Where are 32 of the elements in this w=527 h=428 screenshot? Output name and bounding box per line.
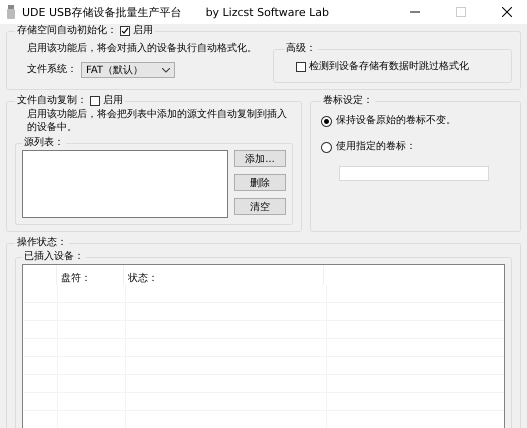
checkbox-label[interactable]: 启用 <box>103 94 123 108</box>
action-button[interactable]: 添加... <box>234 150 286 167</box>
group-title: 源列表： <box>24 136 64 150</box>
group-title: 卷标设定： <box>323 94 373 108</box>
volume-label-field[interactable] <box>339 166 489 181</box>
checkbox[interactable] <box>296 62 306 72</box>
file-system-dropdown[interactable]: FAT（默认） <box>81 62 175 78</box>
group-title: 操作状态： <box>17 236 67 250</box>
radio-label[interactable]: 保持设备原始的卷标不变。 <box>336 114 456 128</box>
checkbox[interactable] <box>120 26 130 36</box>
group-title: 已插入设备： <box>24 250 84 264</box>
group-title: 文件自动复制： <box>17 94 87 108</box>
file-system-label: 文件系统： <box>27 63 77 77</box>
description-text: 启用该功能后，将会对插入的设备执行自动格式化。 <box>27 42 257 56</box>
radio-label[interactable]: 使用指定的卷标： <box>336 140 416 154</box>
close-icon[interactable] <box>502 7 512 17</box>
group-title: 高级： <box>286 42 316 56</box>
column-header[interactable]: 盘符： <box>61 273 91 284</box>
action-button[interactable]: 清空 <box>234 198 286 215</box>
action-button[interactable]: 删除 <box>234 174 286 191</box>
group-title: 存储空间自动初始化： <box>17 24 117 38</box>
checkbox-label[interactable]: 检测到设备存储有数据时跳过格式化 <box>309 60 469 74</box>
column-header[interactable]: 状态： <box>128 273 158 284</box>
source-listbox[interactable] <box>22 150 228 218</box>
window-title: UDE USB存储设备批量生产平台 <box>22 4 182 20</box>
description-text: 启用该功能后，将会把列表中添加的源文件自动复制到插入的设备中。 <box>26 108 288 134</box>
checkbox[interactable] <box>90 96 100 106</box>
checkbox-label[interactable]: 启用 <box>133 24 153 38</box>
radio-button[interactable] <box>321 116 332 126</box>
window-subtitle: by Lizcst Software Lab <box>206 6 329 18</box>
usb-drive-icon <box>6 5 16 19</box>
radio-button[interactable] <box>321 142 332 152</box>
